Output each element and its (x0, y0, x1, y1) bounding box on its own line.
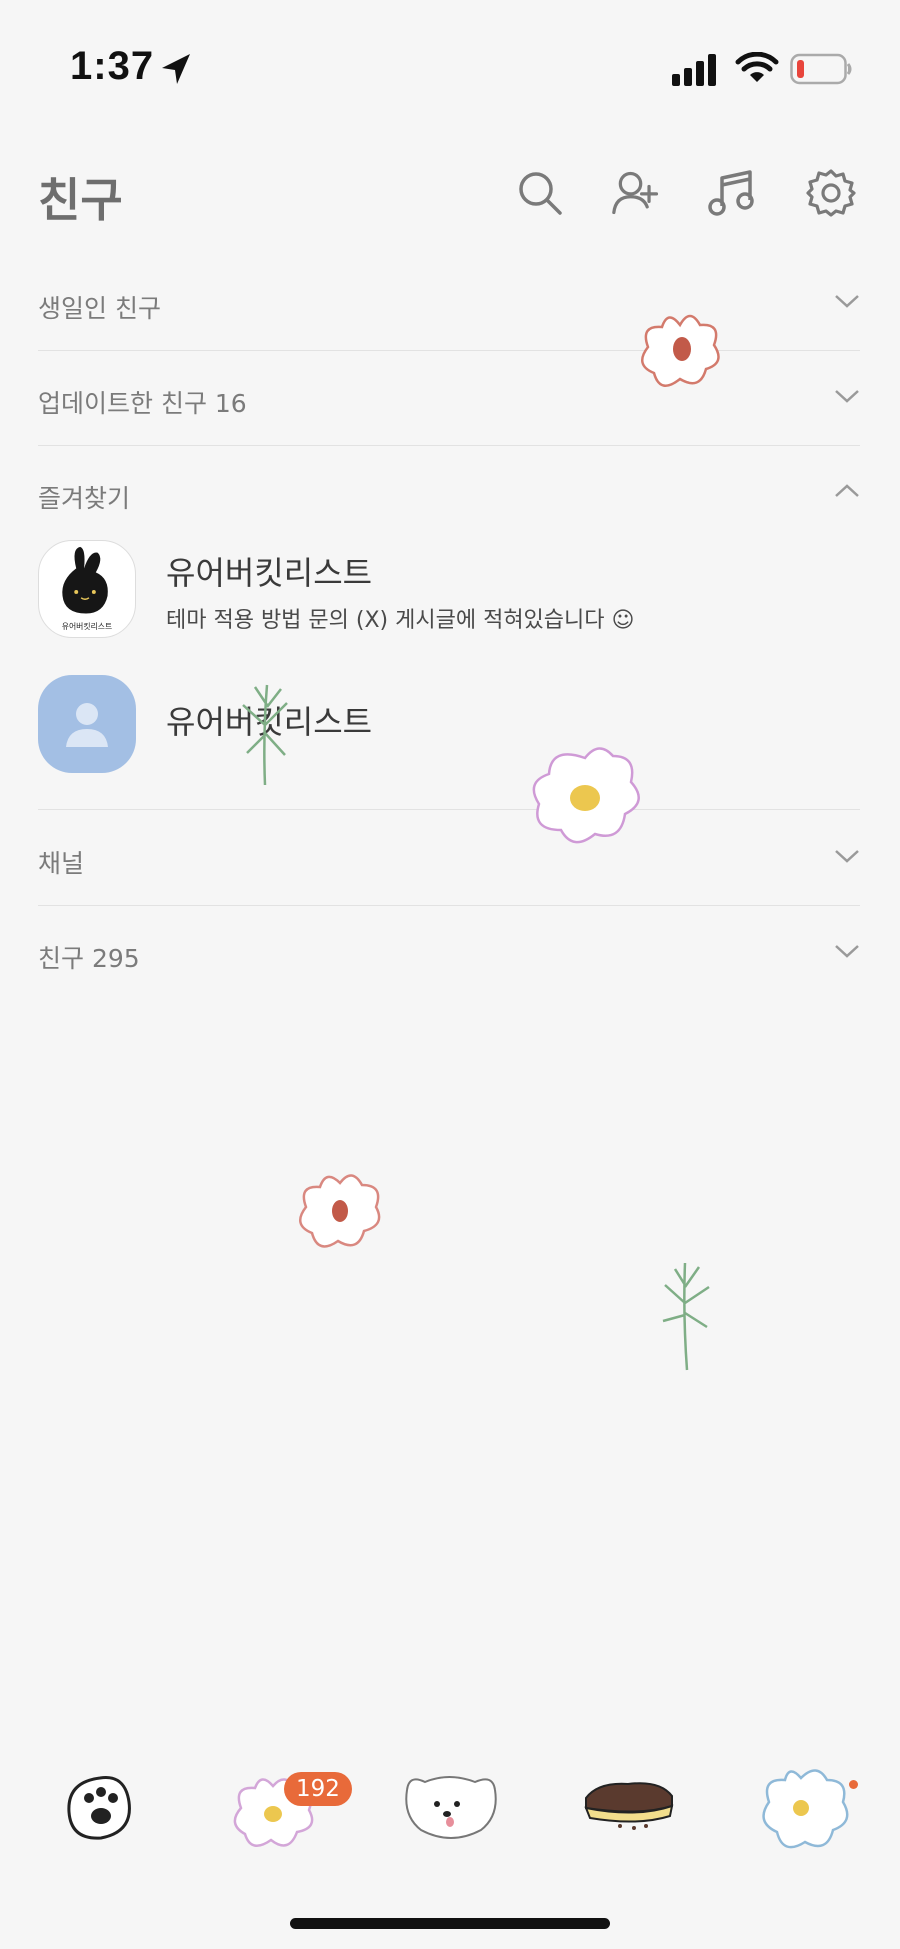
unread-chat-badge: 192 (284, 1772, 352, 1806)
section-channel[interactable]: 채널 (38, 810, 860, 906)
page-title: 친구 (38, 173, 123, 227)
battery-icon (790, 53, 852, 85)
favorite-friend-row[interactable]: 유어버킷리스트 유어버킷리스트 테마 적용 방법 문의 (X) 게시글에 적혀있… (38, 540, 860, 640)
music-icon[interactable] (708, 168, 758, 218)
flower-doodle-icon (299, 1174, 381, 1248)
search-icon[interactable] (515, 168, 565, 218)
status-time: 1:37 (70, 44, 155, 88)
signal-icon (672, 54, 716, 86)
new-indicator-dot (849, 1780, 858, 1789)
section-divider (38, 714, 860, 810)
section-favorites[interactable]: 즐겨찾기 (38, 445, 860, 525)
grass-doodle-icon (662, 1262, 710, 1371)
tab-view-puppy-icon[interactable] (395, 1760, 505, 1860)
chevron-up-icon (835, 484, 859, 497)
svg-text:유어버킷리스트: 유어버킷리스트 (62, 621, 112, 631)
section-label: 생일인 친구 (38, 294, 161, 323)
friend-name: 유어버킷리스트 (166, 554, 373, 592)
tab-bar (0, 1760, 900, 1880)
section-birthday-friends[interactable]: 생일인 친구 (38, 255, 860, 351)
chevron-down-icon (835, 945, 859, 958)
section-label: 즐겨찾기 (38, 484, 131, 513)
status-bar: 1:37 (0, 0, 900, 140)
section-updated-friends[interactable]: 업데이트한 친구 16 (38, 350, 860, 446)
gear-icon[interactable] (806, 168, 856, 218)
avatar[interactable]: 유어버킷리스트 (38, 540, 136, 638)
add-friend-icon[interactable] (612, 168, 662, 218)
tab-friends-paw-icon[interactable] (45, 1760, 155, 1860)
section-label: 업데이트한 친구 16 (38, 389, 247, 418)
flower-doodle-icon (532, 747, 640, 844)
section-friends[interactable]: 친구 295 (38, 905, 860, 1000)
grass-doodle-icon (242, 684, 288, 786)
chevron-down-icon (835, 390, 859, 403)
friend-status-message: 테마 적용 방법 문의 (X) 게시글에 적혀있습니다 ☺ (166, 608, 635, 633)
tab-shopping-tart-icon[interactable] (580, 1760, 690, 1860)
tab-more-flower-icon[interactable] (755, 1760, 865, 1860)
header: 친구 (0, 150, 900, 240)
home-indicator[interactable] (290, 1918, 610, 1929)
chevron-down-icon (835, 295, 859, 308)
wifi-icon (735, 52, 779, 82)
section-label: 친구 295 (38, 944, 140, 973)
flower-doodle-icon (641, 314, 720, 387)
section-label: 채널 (38, 849, 85, 878)
location-arrow-icon (162, 54, 190, 84)
chevron-down-icon (835, 850, 859, 863)
